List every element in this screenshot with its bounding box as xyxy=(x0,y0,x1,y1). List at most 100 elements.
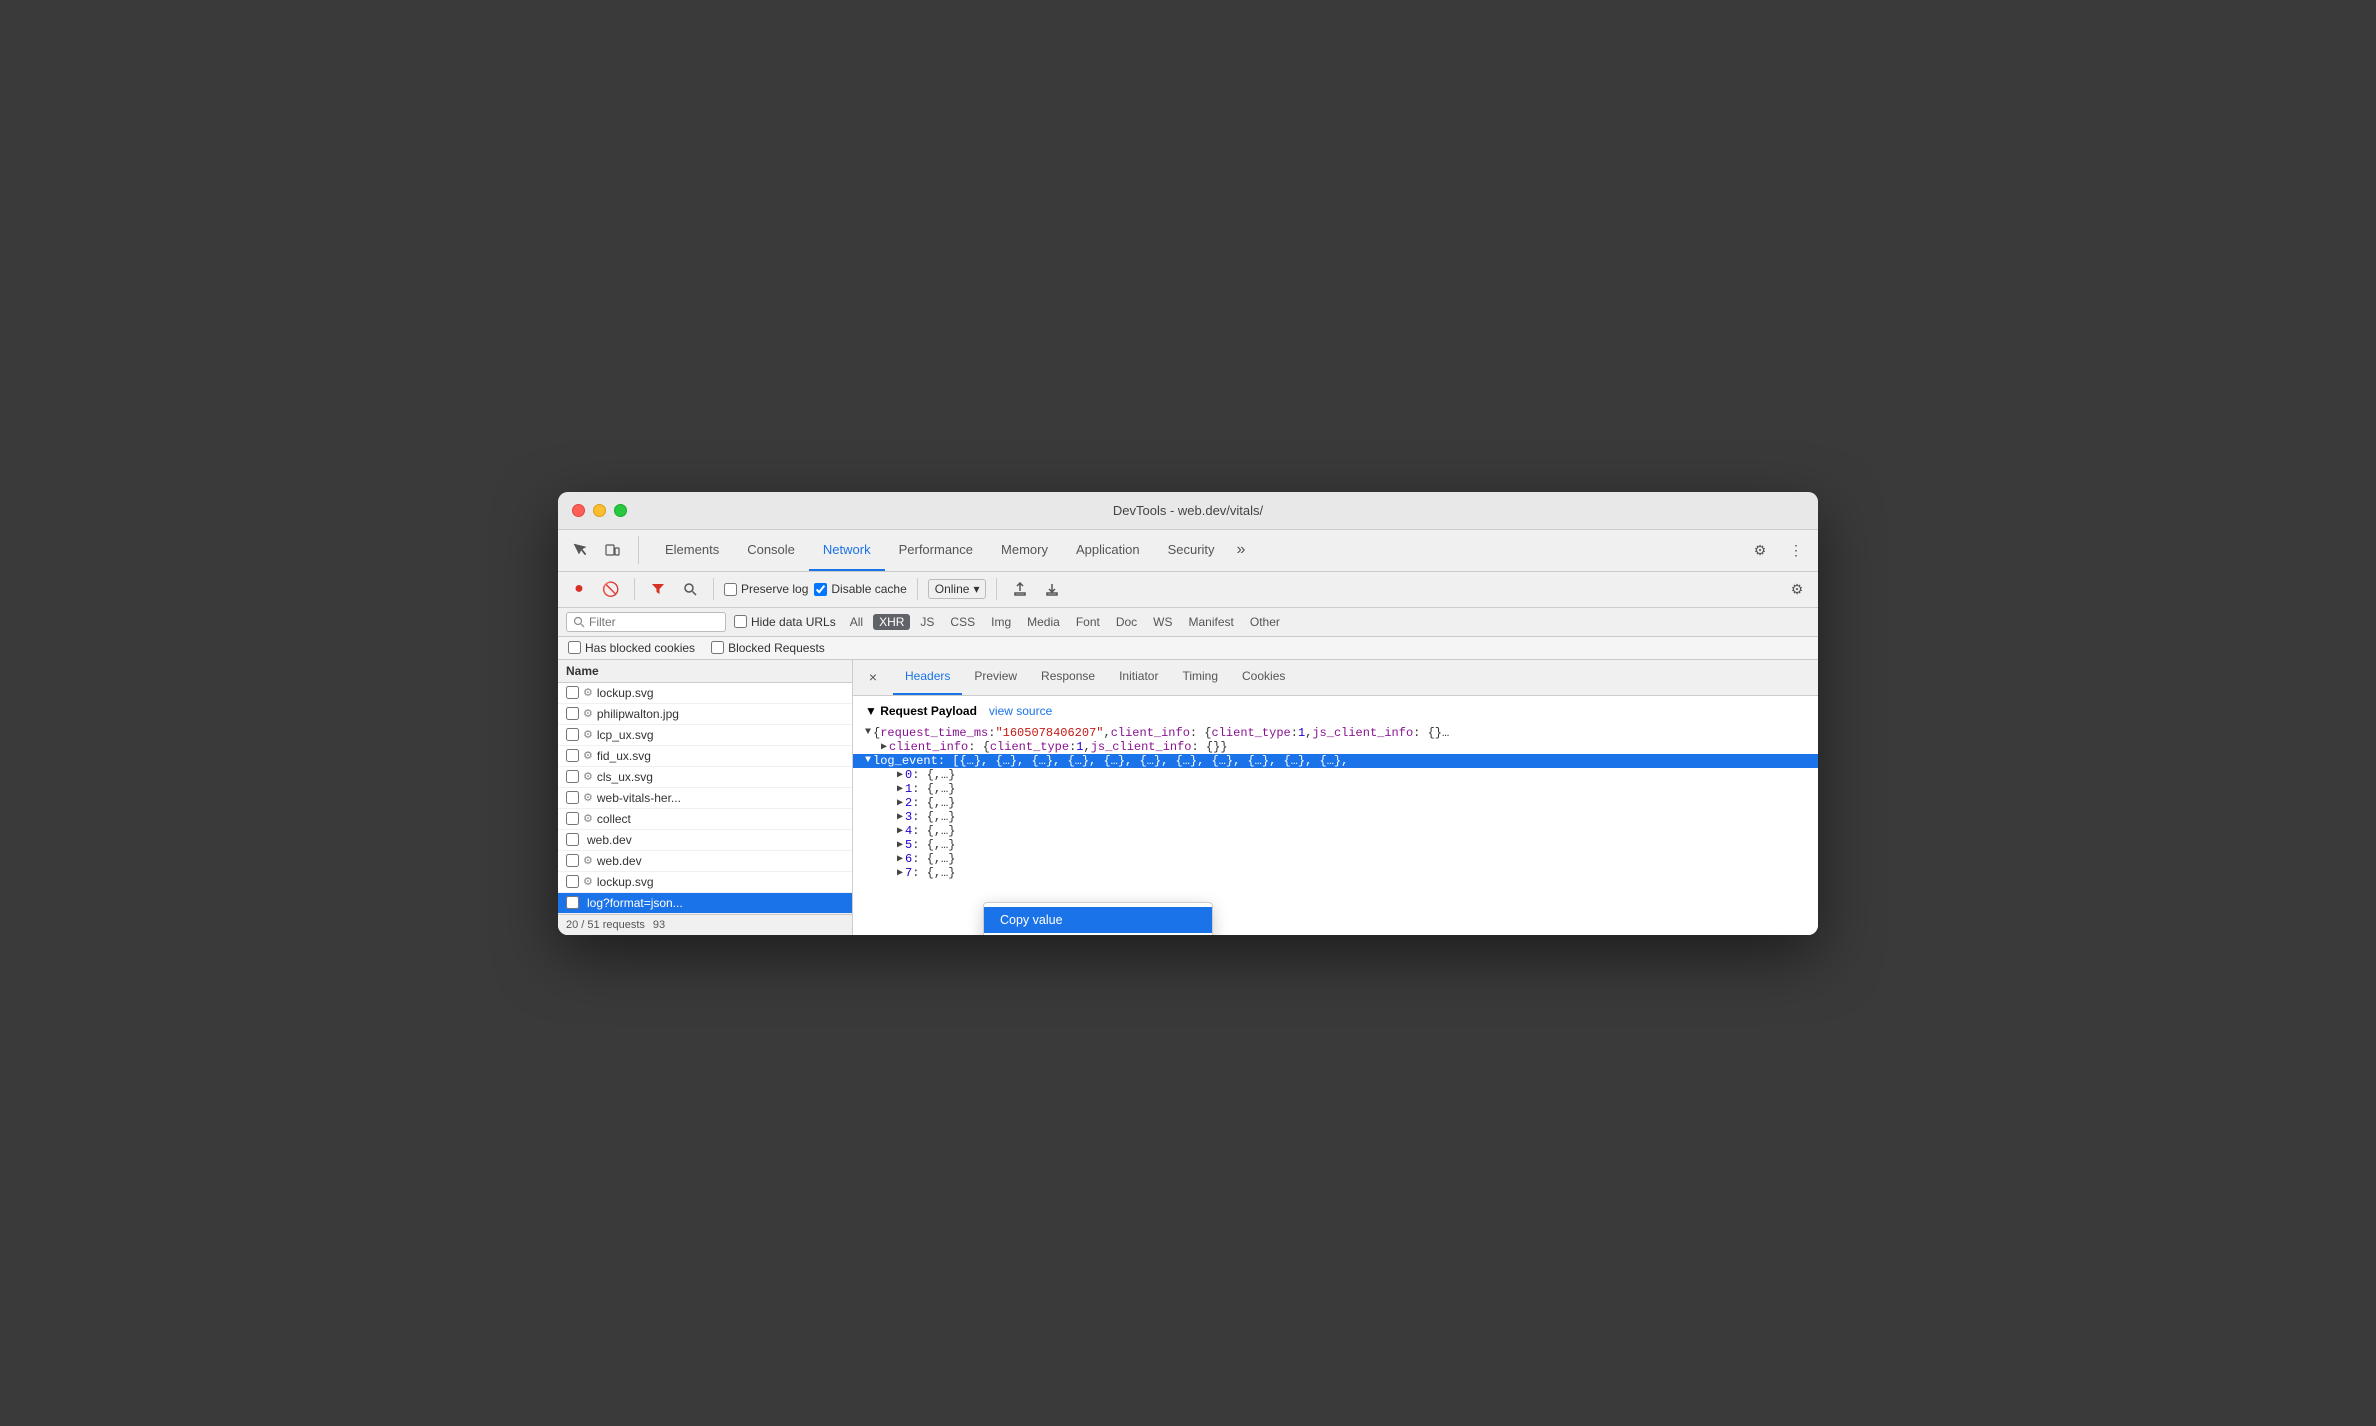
filter-type-other[interactable]: Other xyxy=(1244,614,1286,630)
filter-type-js[interactable]: JS xyxy=(914,614,940,630)
filter-type-xhr[interactable]: XHR xyxy=(873,614,910,630)
filter-type-doc[interactable]: Doc xyxy=(1110,614,1143,630)
expand-icon[interactable]: ▶ xyxy=(897,867,903,879)
json-item-0[interactable]: ▶ 0 : {,…} xyxy=(865,768,1806,782)
expand-icon[interactable]: ▶ xyxy=(897,853,903,865)
file-checkbox[interactable] xyxy=(566,749,579,762)
file-row[interactable]: ⚙ lockup.svg xyxy=(558,683,852,704)
file-checkbox[interactable] xyxy=(566,791,579,804)
tab-initiator[interactable]: Initiator xyxy=(1107,660,1170,696)
preserve-log-label[interactable]: Preserve log xyxy=(724,582,808,596)
tab-performance[interactable]: Performance xyxy=(885,529,987,571)
file-row[interactable]: ⚙ web.dev xyxy=(558,851,852,872)
detail-content[interactable]: ▼ Request Payload view source ▼ { reques… xyxy=(853,696,1818,935)
file-checkbox[interactable] xyxy=(566,875,579,888)
detail-close-button[interactable]: × xyxy=(861,665,885,689)
record-button[interactable]: ● xyxy=(566,576,592,602)
file-row[interactable]: ⚙ lockup.svg xyxy=(558,872,852,893)
filter-type-all[interactable]: All xyxy=(844,614,869,630)
json-item-4[interactable]: ▶ 4 : {,…} xyxy=(865,824,1806,838)
inspect-element-button[interactable] xyxy=(566,536,594,564)
file-row[interactable]: ⚙ fid_ux.svg xyxy=(558,746,852,767)
tab-cookies[interactable]: Cookies xyxy=(1230,660,1297,696)
filter-type-media[interactable]: Media xyxy=(1021,614,1066,630)
expand-icon[interactable]: ▶ xyxy=(881,741,887,753)
file-checkbox[interactable] xyxy=(566,728,579,741)
json-item-5[interactable]: ▶ 5 : {,…} xyxy=(865,838,1806,852)
more-tabs-button[interactable]: » xyxy=(1229,541,1254,559)
search-button[interactable] xyxy=(677,576,703,602)
has-blocked-cookies-label[interactable]: Has blocked cookies xyxy=(568,641,695,655)
json-root-line[interactable]: ▼ { request_time_ms : "1605078406207" , … xyxy=(865,726,1806,740)
file-checkbox[interactable] xyxy=(566,812,579,825)
fullscreen-button[interactable] xyxy=(614,504,627,517)
json-item-7[interactable]: ▶ 7 : {,…} xyxy=(865,866,1806,880)
upload-har-button[interactable] xyxy=(1007,576,1033,602)
ctx-copy-value[interactable]: Copy value xyxy=(984,907,1212,933)
device-toggle-button[interactable] xyxy=(598,536,626,564)
expand-icon[interactable]: ▼ xyxy=(865,755,871,766)
filter-type-img[interactable]: Img xyxy=(985,614,1017,630)
disable-cache-checkbox[interactable] xyxy=(814,583,827,596)
tab-elements[interactable]: Elements xyxy=(651,529,733,571)
preserve-log-checkbox[interactable] xyxy=(724,583,737,596)
filter-button[interactable] xyxy=(645,576,671,602)
filter-type-manifest[interactable]: Manifest xyxy=(1183,614,1240,630)
file-row[interactable]: ⚙ cls_ux.svg xyxy=(558,767,852,788)
json-item-1[interactable]: ▶ 1 : {,…} xyxy=(865,782,1806,796)
expand-icon[interactable]: ▶ xyxy=(897,825,903,837)
close-button[interactable] xyxy=(572,504,585,517)
json-item-6[interactable]: ▶ 6 : {,…} xyxy=(865,852,1806,866)
file-checkbox[interactable] xyxy=(566,770,579,783)
filter-type-css[interactable]: CSS xyxy=(944,614,981,630)
download-har-button[interactable] xyxy=(1039,576,1065,602)
expand-icon[interactable]: ▶ xyxy=(897,811,903,823)
hide-data-urls-checkbox[interactable] xyxy=(734,615,747,628)
tab-network[interactable]: Network xyxy=(809,529,885,571)
json-log-event-line[interactable]: ▼ log_event: [{…}, {…}, {…}, {…}, {…}, {… xyxy=(853,754,1818,768)
filter-type-font[interactable]: Font xyxy=(1070,614,1106,630)
view-source-link[interactable]: view source xyxy=(989,704,1052,718)
blocked-requests-checkbox[interactable] xyxy=(711,641,724,654)
file-row[interactable]: ⚙ collect xyxy=(558,809,852,830)
blocked-requests-label[interactable]: Blocked Requests xyxy=(711,641,825,655)
file-checkbox[interactable] xyxy=(566,854,579,867)
tab-preview[interactable]: Preview xyxy=(962,660,1029,696)
expand-icon[interactable]: ▶ xyxy=(897,769,903,781)
file-row[interactable]: web.dev xyxy=(558,830,852,851)
json-client-info-line[interactable]: ▶ client_info : { client_type : 1 , js_c… xyxy=(865,740,1806,754)
file-checkbox[interactable] xyxy=(566,833,579,846)
filter-type-ws[interactable]: WS xyxy=(1147,614,1178,630)
tab-application[interactable]: Application xyxy=(1062,529,1154,571)
json-item-3[interactable]: ▶ 3 : {,…} xyxy=(865,810,1806,824)
file-checkbox[interactable] xyxy=(566,686,579,699)
tab-timing[interactable]: Timing xyxy=(1170,660,1230,696)
expand-icon[interactable]: ▶ xyxy=(897,839,903,851)
tab-headers[interactable]: Headers xyxy=(893,660,962,696)
ctx-copy-property-path[interactable]: Copy property path xyxy=(984,933,1212,935)
file-row-selected[interactable]: log?format=json... xyxy=(558,893,852,914)
hide-data-urls-label[interactable]: Hide data URLs xyxy=(734,615,836,629)
expand-icon[interactable]: ▼ xyxy=(865,727,871,738)
file-checkbox[interactable] xyxy=(566,707,579,720)
has-blocked-cookies-checkbox[interactable] xyxy=(568,641,581,654)
tab-response[interactable]: Response xyxy=(1029,660,1107,696)
file-row[interactable]: ⚙ lcp_ux.svg xyxy=(558,725,852,746)
file-row[interactable]: ⚙ philipwalton.jpg xyxy=(558,704,852,725)
filter-input[interactable] xyxy=(589,615,709,629)
settings-button[interactable]: ⚙ xyxy=(1746,536,1774,564)
throttle-select[interactable]: Online ▾ xyxy=(928,579,987,599)
expand-icon[interactable]: ▶ xyxy=(897,797,903,809)
network-conditions-button[interactable]: ⚙ xyxy=(1784,576,1810,602)
expand-icon[interactable]: ▶ xyxy=(897,783,903,795)
minimize-button[interactable] xyxy=(593,504,606,517)
disable-cache-label[interactable]: Disable cache xyxy=(814,582,906,596)
file-checkbox[interactable] xyxy=(566,896,579,909)
more-options-button[interactable]: ⋮ xyxy=(1782,536,1810,564)
file-row[interactable]: ⚙ web-vitals-her... xyxy=(558,788,852,809)
json-item-2[interactable]: ▶ 2 : {,…} xyxy=(865,796,1806,810)
tab-security[interactable]: Security xyxy=(1154,529,1229,571)
clear-button[interactable]: 🚫 xyxy=(598,576,624,602)
tab-console[interactable]: Console xyxy=(733,529,809,571)
tab-memory[interactable]: Memory xyxy=(987,529,1062,571)
